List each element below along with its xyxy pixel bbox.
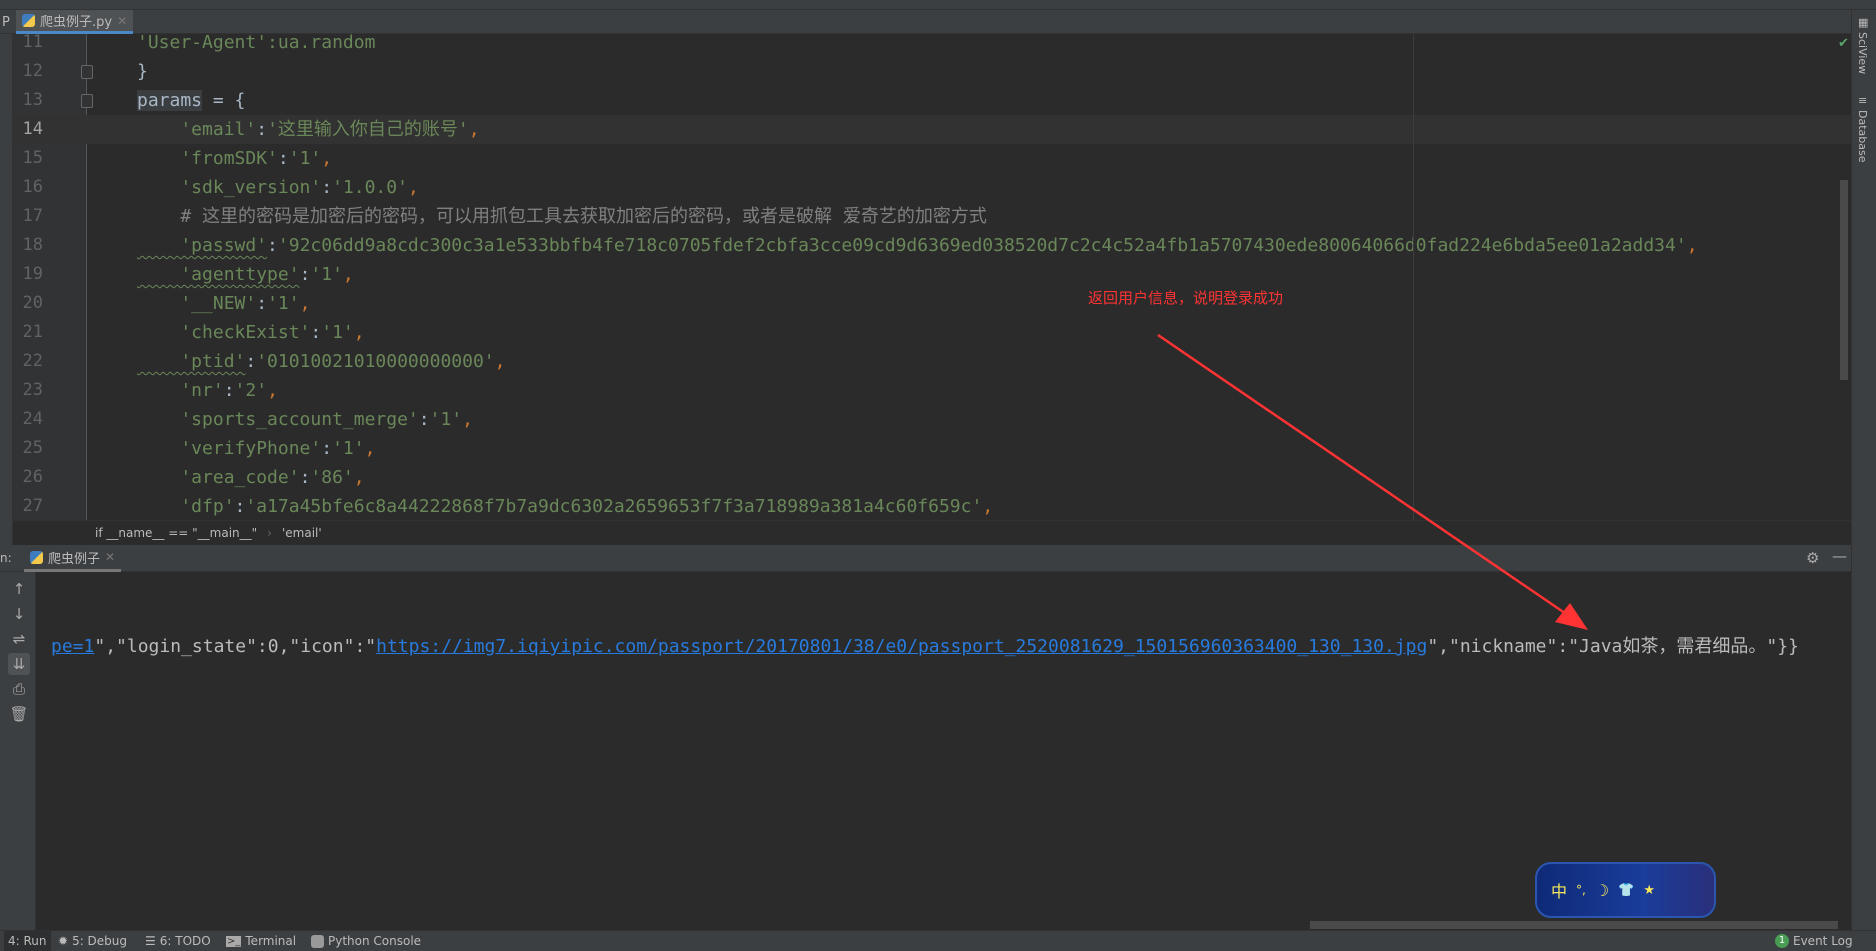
sciview-tab[interactable]: SciView	[1856, 32, 1869, 74]
database-tab[interactable]: Database	[1856, 110, 1869, 163]
moon-icon[interactable]: ☽	[1595, 881, 1609, 900]
ime-mode[interactable]: 中	[1551, 878, 1567, 902]
label: Python Console	[328, 934, 422, 948]
list-icon: ☰	[145, 934, 156, 948]
python-console-tool-button[interactable]: Python Console	[311, 934, 421, 948]
todo-tool-button[interactable]: ☰ 6: TODO	[145, 934, 211, 948]
right-sidebar: ▦ SciView ≡ Database	[1851, 10, 1876, 930]
label: Terminal	[245, 934, 297, 948]
annotation-arrow	[1157, 333, 1588, 630]
status-bar: 4: Run ✹ 5: Debug ☰ 6: TODO >_ Terminal Pyt…	[0, 930, 1876, 951]
punctuation-icon[interactable]: °,	[1576, 883, 1586, 897]
ime-toolbar[interactable]: 中 °, ☽ 👕 ★	[1535, 862, 1716, 918]
terminal-tool-button[interactable]: >_ Terminal	[226, 934, 296, 948]
run-tool-button[interactable]: 4: Run	[4, 931, 51, 951]
label: Event Log	[1793, 934, 1853, 948]
database-icon: ≡	[1858, 94, 1868, 107]
terminal-icon: >_	[226, 935, 242, 947]
star-icon[interactable]: ★	[1643, 883, 1655, 898]
bug-icon: ✹	[58, 934, 69, 948]
sciview-icon: ▦	[1858, 16, 1869, 29]
label: 5: Debug	[72, 934, 128, 948]
python-icon	[311, 934, 324, 948]
event-count-badge: 1	[1775, 934, 1789, 948]
label: 6: TODO	[159, 934, 211, 948]
debug-tool-button[interactable]: ✹ 5: Debug	[58, 934, 127, 948]
skin-icon[interactable]: 👕	[1618, 883, 1634, 898]
event-log-button[interactable]: 1 Event Log	[1775, 934, 1853, 948]
label: 4: Run	[8, 934, 47, 948]
